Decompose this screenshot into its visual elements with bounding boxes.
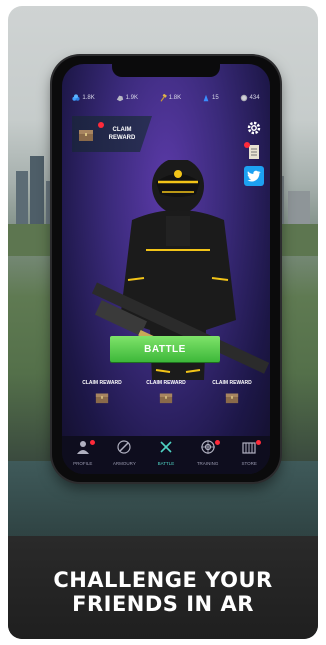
claim-reward-badge [98,122,104,128]
store-icon [242,442,256,454]
nav-armoury-label: ARMOURY [112,461,136,466]
headline-line-2: FRIENDS IN AR [72,592,254,616]
nav-armoury[interactable]: ARMOURY [106,440,142,466]
reward-slot-3-label: CLAIM REWARD [212,380,252,386]
chest-icon [95,393,109,404]
resource-ore: 1.9K [116,94,138,102]
resource-gems: 1.8K [72,94,95,102]
nav-training-badge [214,440,220,445]
coin-icon [240,94,247,102]
promo-headline: CHALLENGE YOUR FRIENDS IN AR [8,568,318,616]
gems-icon [72,94,81,101]
reward-slots: CLAIM REWARD CLAIM REWARD CLAIM REWARD [62,380,270,430]
soldier-character [91,160,270,380]
reward-slot-2[interactable]: CLAIM REWARD [146,380,186,430]
battle-button[interactable]: BATTLE [110,336,220,362]
nav-store-label: STORE [241,461,257,466]
gear-icon [247,121,261,135]
profile-icon [76,441,89,454]
reward-slot-1[interactable]: CLAIM REWARD [82,380,122,430]
settings-button[interactable] [244,118,264,138]
claim-reward-top-label: CLAIM REWARD [108,127,136,141]
resource-hammer: 1.8K [159,94,181,102]
reward-slot-2-label: CLAIM REWARD [146,380,186,386]
battle-icon [160,441,172,453]
claim-reward-top-button[interactable]: CLAIM REWARD [72,116,152,152]
resource-coin: 434 [240,94,260,102]
chest-icon [159,393,173,404]
nav-battle-label: BATTLE [157,461,175,466]
training-icon [200,440,215,454]
reward-slot-1-label: CLAIM REWARD [82,380,122,386]
ore-icon [116,95,123,102]
resource-hammer-value: 1.8K [168,95,182,101]
phone-notch [112,63,220,77]
resource-coin-value: 434 [249,95,260,101]
resource-crystal-value: 15 [211,95,219,101]
chest-icon [225,393,239,404]
nav-profile-label: PROFILE [73,461,93,466]
crystal-icon [203,94,209,102]
nav-profile-badge [89,440,95,445]
bottom-nav: PROFILE ARMOURY BATTLE TRAINING STORE [62,436,270,474]
resource-gems-value: 1.8K [82,95,95,101]
nav-profile[interactable]: PROFILE [65,440,101,466]
chest-icon [79,130,93,141]
nav-battle[interactable]: BATTLE [148,440,184,466]
resource-ore-value: 1.9K [125,95,138,101]
quests-badge [244,142,250,148]
hammer-icon [160,94,167,102]
game-screen: 1.8K 1.9K 1.8K 15 434 CLAIM REWARD BATTL… [62,64,270,474]
nav-store-badge [256,440,262,445]
headline-line-1: CHALLENGE YOUR [53,568,273,592]
quests-button[interactable] [244,142,264,162]
armoury-icon [117,440,131,454]
nav-store[interactable]: STORE [231,440,267,466]
nav-training[interactable]: TRAINING [190,440,226,466]
nav-training-label: TRAINING [196,461,219,466]
resource-bar: 1.8K 1.9K 1.8K 15 434 [62,88,270,108]
resource-crystal: 15 [202,94,219,102]
reward-slot-3[interactable]: CLAIM REWARD [212,380,252,430]
